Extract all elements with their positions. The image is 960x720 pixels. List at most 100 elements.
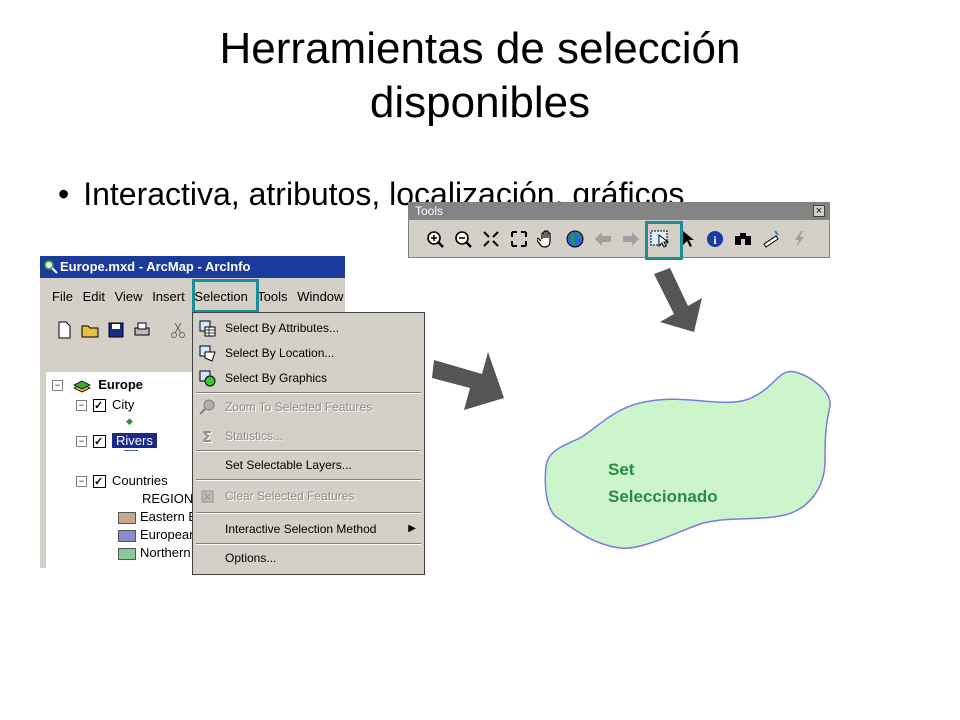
menu-item-zoom-to-selected[interactable]: Zoom To Selected Features bbox=[193, 396, 424, 418]
menu-item-label: Set Selectable Layers... bbox=[225, 458, 352, 472]
fixed-zoom-out-icon[interactable] bbox=[507, 227, 531, 251]
menu-item-interactive-selection-method[interactable]: Interactive Selection Method ▶ bbox=[193, 518, 424, 540]
close-icon[interactable]: × bbox=[813, 205, 825, 217]
arcmap-logo-icon bbox=[44, 260, 58, 274]
toc-dataframe-row[interactable]: − Europe bbox=[52, 376, 143, 394]
location-select-icon bbox=[199, 345, 216, 362]
open-folder-icon[interactable] bbox=[80, 320, 100, 340]
menu-file[interactable]: File bbox=[52, 289, 73, 304]
identify-icon[interactable]: i bbox=[703, 227, 727, 251]
zoom-in-icon[interactable] bbox=[423, 227, 447, 251]
sigma-icon: Σ bbox=[202, 428, 212, 445]
legend-label: Eastern E bbox=[140, 509, 198, 524]
forward-arrow-icon[interactable] bbox=[619, 227, 643, 251]
zoom-out-icon[interactable] bbox=[451, 227, 475, 251]
full-extent-globe-icon[interactable] bbox=[563, 227, 587, 251]
arcmap-titlebar: Europe.mxd - ArcMap - ArcInfo bbox=[40, 256, 345, 278]
layer-visibility-checkbox[interactable] bbox=[93, 397, 106, 415]
save-icon[interactable] bbox=[106, 320, 126, 340]
legend-swatch bbox=[118, 547, 136, 560]
menu-tools[interactable]: Tools bbox=[257, 289, 287, 304]
tools-toolbar-titlebar: Tools × bbox=[409, 203, 829, 220]
layer-label-rivers: Rivers bbox=[112, 433, 157, 448]
right-arrow-icon bbox=[432, 352, 504, 410]
new-document-icon[interactable] bbox=[54, 320, 74, 340]
slide-title-line1: Herramientas de selección bbox=[219, 24, 741, 73]
legend-item: Eastern E bbox=[118, 508, 197, 526]
menu-edit[interactable]: Edit bbox=[83, 289, 105, 304]
menu-item-label: Statistics... bbox=[225, 429, 284, 443]
layer-visibility-checkbox[interactable] bbox=[93, 473, 106, 491]
legend-item: Northern bbox=[118, 544, 191, 562]
menu-insert[interactable]: Insert bbox=[152, 289, 185, 304]
toc-layer-rivers[interactable]: − Rivers bbox=[76, 432, 157, 451]
menu-item-label: Select By Graphics bbox=[225, 371, 328, 385]
pan-hand-icon[interactable] bbox=[535, 227, 559, 251]
menu-item-select-by-location[interactable]: Select By Location... bbox=[193, 342, 424, 364]
layer-visibility-checkbox[interactable] bbox=[93, 433, 106, 451]
tools-toolbar-title: Tools bbox=[415, 204, 444, 218]
svg-text:Σ: Σ bbox=[202, 428, 212, 445]
clear-selection-icon bbox=[201, 490, 214, 503]
print-icon[interactable] bbox=[132, 320, 152, 340]
menu-separator bbox=[196, 543, 421, 545]
menu-item-label: Zoom To Selected Features bbox=[225, 400, 373, 414]
collapse-icon[interactable]: − bbox=[52, 380, 63, 392]
legend-label: Northern bbox=[140, 545, 191, 560]
menu-item-label: Select By Attributes... bbox=[225, 321, 340, 335]
bullet-dot: • bbox=[58, 176, 70, 212]
menu-item-select-by-attributes[interactable]: Select By Attributes... bbox=[193, 317, 424, 339]
selected-set-label-line2: Seleccionado bbox=[608, 487, 718, 506]
menu-view[interactable]: View bbox=[115, 289, 143, 304]
menu-item-label: Interactive Selection Method bbox=[225, 522, 377, 536]
collapse-icon[interactable]: − bbox=[76, 436, 87, 448]
tools-toolbar: Tools × i bbox=[408, 202, 830, 258]
cut-icon[interactable] bbox=[168, 320, 188, 340]
countries-field-label: REGION bbox=[142, 491, 194, 506]
legend-swatch bbox=[118, 529, 136, 542]
collapse-icon[interactable]: − bbox=[76, 476, 87, 488]
menu-item-clear-selected[interactable]: Clear Selected Features bbox=[193, 485, 424, 507]
menu-separator bbox=[196, 450, 421, 452]
slide-title-line2: disponibles bbox=[369, 78, 591, 127]
slide-title: Herramientas de selección disponibles bbox=[0, 22, 960, 130]
menu-item-options[interactable]: Options... bbox=[193, 547, 424, 569]
select-tool-highlight bbox=[645, 221, 683, 260]
menu-window[interactable]: Window bbox=[297, 289, 343, 304]
graphics-select-icon bbox=[199, 370, 216, 387]
back-arrow-icon[interactable] bbox=[591, 227, 615, 251]
menu-item-statistics[interactable]: Σ Statistics... bbox=[193, 425, 424, 447]
selected-set-label-line1: Set bbox=[608, 460, 635, 479]
dataframe-label: Europe bbox=[98, 377, 144, 392]
layers-icon bbox=[72, 380, 91, 393]
submenu-arrow-icon: ▶ bbox=[408, 523, 416, 534]
selection-menu-highlight bbox=[192, 279, 259, 313]
down-arrow-icon bbox=[654, 268, 702, 332]
measure-icon[interactable] bbox=[759, 227, 783, 251]
menu-item-label: Select By Location... bbox=[225, 346, 335, 360]
hyperlink-icon[interactable] bbox=[787, 227, 811, 251]
menu-item-label: Options... bbox=[225, 551, 277, 565]
menu-separator bbox=[196, 392, 421, 394]
menu-separator bbox=[196, 479, 421, 481]
menu-item-label: Clear Selected Features bbox=[225, 489, 355, 503]
layer-label-city: City bbox=[112, 397, 135, 412]
zoom-selected-icon bbox=[199, 399, 215, 415]
selection-dropdown-menu: Select By Attributes... Select By Locati… bbox=[192, 312, 425, 575]
find-binoculars-icon[interactable] bbox=[731, 227, 755, 251]
toc-layer-countries[interactable]: − Countries bbox=[76, 472, 168, 491]
menu-separator bbox=[196, 512, 421, 514]
collapse-icon[interactable]: − bbox=[76, 400, 87, 412]
legend-swatch bbox=[118, 511, 136, 524]
fixed-zoom-in-icon[interactable] bbox=[479, 227, 503, 251]
layer-label-countries: Countries bbox=[112, 473, 168, 488]
river-line-symbol bbox=[124, 450, 138, 452]
legend-item: European bbox=[118, 526, 196, 544]
city-point-symbol-icon: ◆ bbox=[126, 416, 133, 426]
selected-set-label: Set Seleccionado bbox=[608, 456, 718, 510]
menu-item-select-by-graphics[interactable]: Select By Graphics bbox=[193, 367, 424, 389]
menu-item-set-selectable-layers[interactable]: Set Selectable Layers... bbox=[193, 454, 424, 476]
legend-label: European bbox=[140, 527, 197, 542]
table-select-icon bbox=[199, 320, 216, 337]
arcmap-window-title: Europe.mxd - ArcMap - ArcInfo bbox=[60, 259, 251, 274]
